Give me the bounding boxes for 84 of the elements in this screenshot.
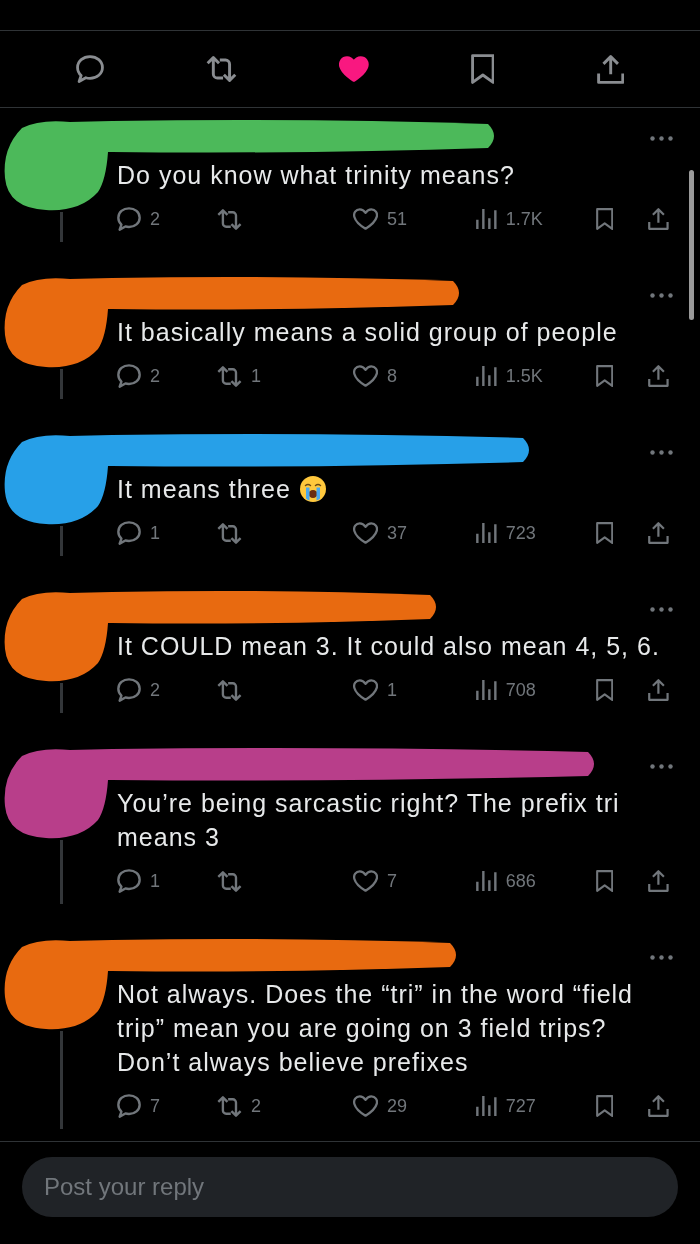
repost-icon — [217, 870, 242, 892]
bar-chart-icon — [476, 1096, 497, 1116]
bar-chart-icon — [476, 871, 497, 891]
like-button[interactable]: 29 — [353, 1095, 408, 1117]
like-button[interactable]: 7 — [353, 870, 398, 892]
share-icon[interactable] — [596, 54, 624, 84]
more-options-icon[interactable] — [650, 135, 673, 141]
speech-bubble-icon — [117, 521, 141, 545]
repost-button[interactable] — [217, 679, 242, 701]
reply-button[interactable]: 7 — [117, 1094, 160, 1118]
reply-icon[interactable] — [76, 55, 105, 83]
share-icon — [648, 208, 669, 230]
more-options-icon[interactable] — [650, 763, 673, 769]
bookmark-button[interactable] — [596, 365, 614, 387]
reply-text: It basically means a solid group of people — [117, 317, 618, 348]
reply-text: It COULD mean 3. It could also mean 4, 5, 6. — [117, 631, 660, 662]
views-button[interactable]: 1.7K — [476, 208, 543, 230]
bookmark-icon — [596, 870, 614, 892]
speech-bubble-icon — [117, 207, 141, 231]
more-options-icon[interactable] — [650, 954, 673, 960]
speech-bubble-icon — [117, 678, 141, 702]
bookmark-button[interactable] — [596, 208, 614, 230]
more-options-icon[interactable] — [650, 292, 673, 298]
views-button[interactable]: 686 — [476, 870, 536, 892]
repost-icon — [217, 679, 242, 701]
bar-chart-icon — [476, 523, 497, 543]
repost-icon — [217, 365, 242, 387]
views-button[interactable]: 723 — [476, 522, 536, 544]
bookmark-button[interactable] — [596, 870, 614, 892]
reply-button[interactable]: 1 — [117, 521, 160, 545]
share-icon — [648, 870, 669, 892]
share-icon — [648, 679, 669, 701]
share-button[interactable] — [648, 522, 669, 544]
bookmark-icon — [596, 679, 614, 701]
reply-button[interactable]: 1 — [117, 869, 160, 893]
like-button[interactable]: 8 — [353, 365, 398, 387]
views-button[interactable]: 1.5K — [476, 365, 543, 387]
bar-chart-icon — [476, 209, 497, 229]
repost-button[interactable] — [217, 522, 242, 544]
bookmark-button[interactable] — [596, 522, 614, 544]
bookmark-button[interactable] — [596, 1095, 614, 1117]
repost-icon — [217, 208, 242, 230]
share-button[interactable] — [648, 870, 669, 892]
share-button[interactable] — [648, 1095, 669, 1117]
bookmark-icon — [596, 208, 614, 230]
repost-icon — [217, 1095, 242, 1117]
bar-chart-icon — [476, 680, 497, 700]
bookmark-icon[interactable] — [470, 54, 495, 84]
reply-button[interactable]: 2 — [117, 207, 160, 231]
bookmark-icon — [596, 365, 614, 387]
speech-bubble-icon — [117, 1094, 141, 1118]
repost-button[interactable]: 1 — [217, 365, 261, 387]
reply-button[interactable]: 2 — [117, 678, 160, 702]
like-button[interactable]: 37 — [353, 522, 408, 544]
like-icon[interactable] — [339, 56, 369, 82]
reply-text: You’re being sarcastic right? The prefix tri means 3 — [117, 788, 621, 853]
bookmark-icon — [596, 1095, 614, 1117]
share-icon — [648, 1095, 669, 1117]
bookmark-icon — [596, 522, 614, 544]
reply-text: It means three — [117, 474, 291, 505]
share-icon — [648, 522, 669, 544]
bookmark-button[interactable] — [596, 679, 614, 701]
share-button[interactable] — [648, 365, 669, 387]
reply-button[interactable]: 2 — [117, 364, 160, 388]
views-button[interactable]: 727 — [476, 1095, 536, 1117]
repost-icon — [217, 522, 242, 544]
bar-chart-icon — [476, 366, 497, 386]
like-button[interactable]: 1 — [353, 679, 398, 701]
reply-text: Not always. Does the “tri” in the word “field trip” mean you are going on 3 field trips? Don’t always believe prefixes — [117, 979, 634, 1078]
reply-field[interactable]: Post your reply — [22, 1157, 678, 1217]
share-icon — [648, 365, 669, 387]
share-button[interactable] — [648, 208, 669, 230]
repost-button[interactable] — [217, 208, 242, 230]
repost-button[interactable]: 2 — [217, 1095, 261, 1117]
reply-text: Do you know what trinity means? — [117, 160, 515, 191]
speech-bubble-icon — [117, 364, 141, 388]
views-button[interactable]: 708 — [476, 679, 536, 701]
more-options-icon[interactable] — [650, 449, 673, 455]
repost-button[interactable] — [217, 870, 242, 892]
more-options-icon[interactable] — [650, 606, 673, 612]
share-button[interactable] — [648, 679, 669, 701]
like-button[interactable]: 51 — [353, 208, 408, 230]
speech-bubble-icon — [117, 869, 141, 893]
repost-icon[interactable] — [206, 56, 237, 82]
